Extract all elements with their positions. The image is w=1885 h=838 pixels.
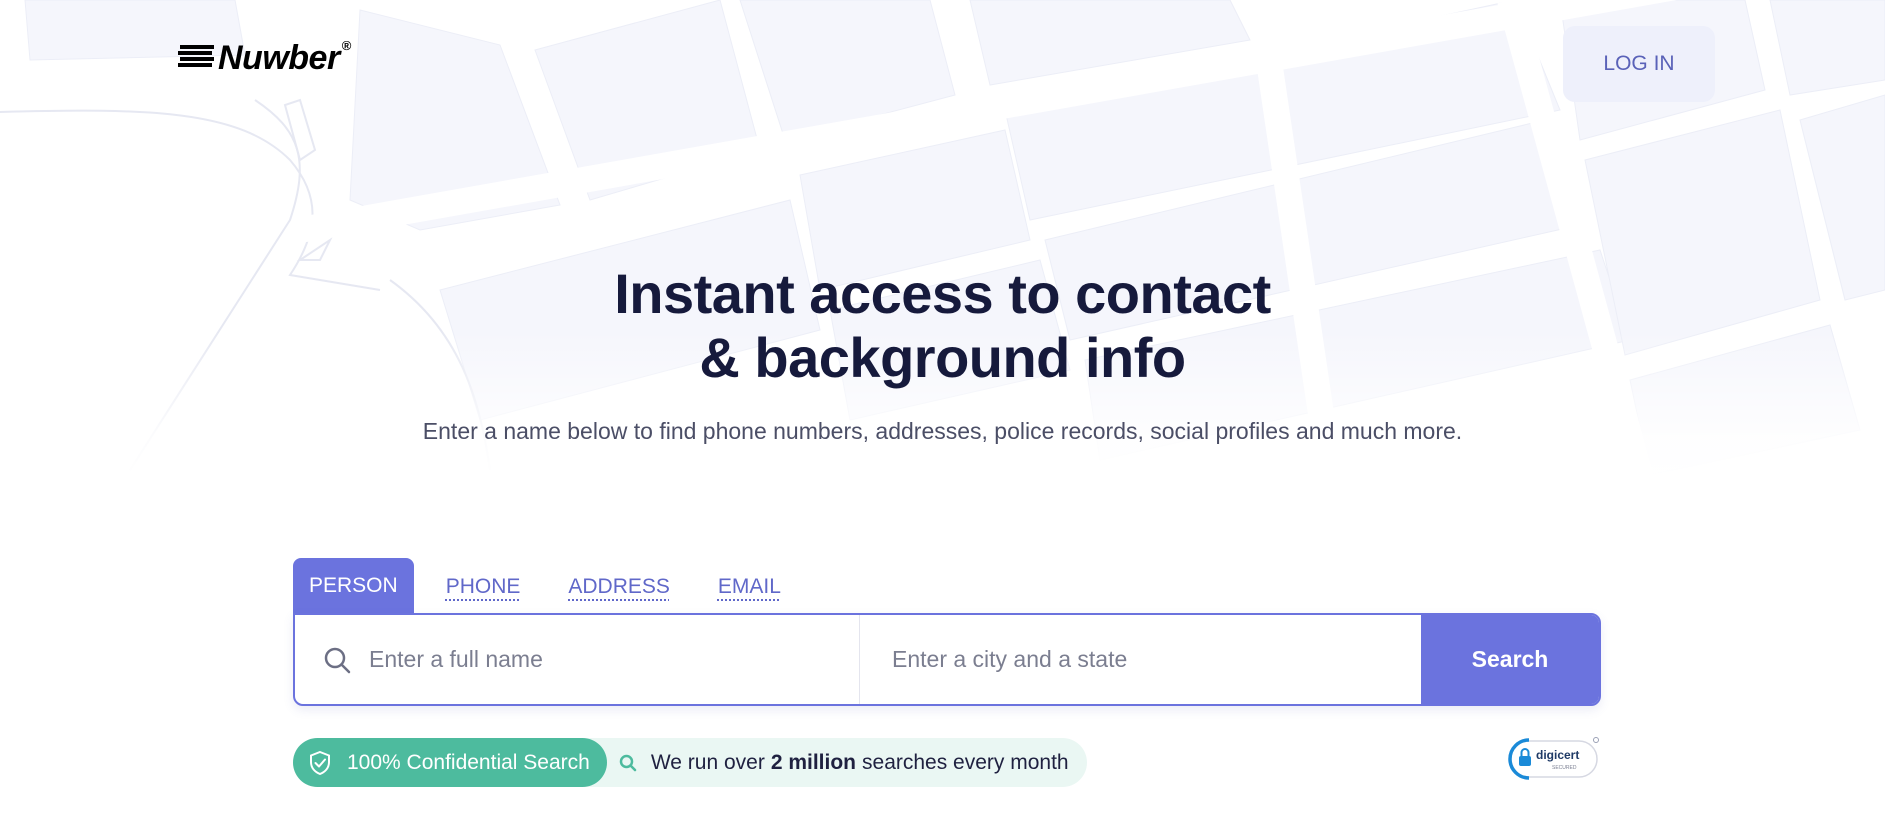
brand-name: Nuwber [218,39,340,77]
logo-flag-icon [178,45,214,67]
city-state-input[interactable] [860,615,1421,704]
hero-title-line-2: & background info [699,326,1186,389]
search-form: Search [293,613,1601,706]
hero-title-line-1: Instant access to contact [614,262,1271,325]
stat-prefix: We run over [650,750,765,774]
full-name-input[interactable] [367,615,859,704]
confidential-badge: 100% Confidential Search [293,738,607,787]
magnifier-small-icon [619,754,637,772]
tab-person[interactable]: PERSON [293,558,414,613]
tab-email[interactable]: EMAIL [718,575,781,613]
search-stat: We run over 2 million searches every mon… [619,751,1069,775]
search-button[interactable]: Search [1421,615,1599,704]
trust-row: 100% Confidential Search We run over 2 m… [293,738,1087,787]
digicert-seal[interactable]: digicert SECURED [1505,736,1601,782]
stat-suffix: searches every month [862,750,1069,774]
brand-logo[interactable]: Nuwber ® [178,38,351,78]
location-field [860,615,1421,704]
stat-highlight: 2 million [770,750,857,774]
hero-subtitle: Enter a name below to find phone numbers… [422,418,1463,444]
digicert-name: digicert [1536,748,1579,762]
trust-pill: 100% Confidential Search We run over 2 m… [293,738,1087,787]
search-tabs: PERSON PHONE ADDRESS EMAIL [293,558,829,613]
registered-mark: ® [341,38,352,53]
confidential-label: 100% Confidential Search [347,750,590,774]
tab-address[interactable]: ADDRESS [568,575,670,613]
tab-phone[interactable]: PHONE [446,575,521,613]
hero-title: Instant access to contact & background i… [0,262,1885,390]
login-button[interactable]: LOG IN [1563,26,1715,102]
digicert-sub: SECURED [1552,765,1577,771]
search-icon [323,646,351,674]
name-field [295,615,860,704]
shield-check-icon [309,750,331,775]
